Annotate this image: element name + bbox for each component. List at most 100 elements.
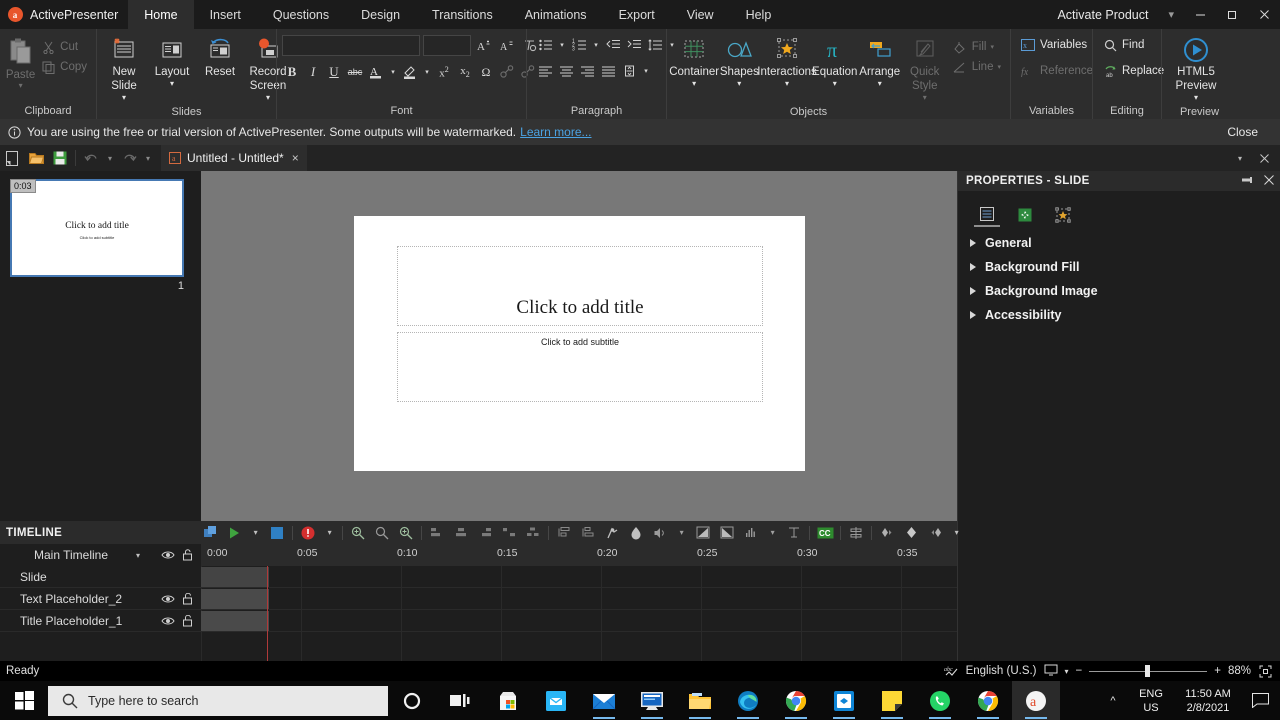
display-mode-icon[interactable] [1044,664,1058,679]
subscript-button[interactable]: x2 [455,62,475,82]
find-button[interactable]: Find [1098,35,1148,55]
file-explorer-icon[interactable] [676,681,724,720]
spellcheck-icon[interactable]: abc [944,664,959,679]
variables-button[interactable]: x Variables [1016,35,1091,55]
tab-help[interactable]: Help [730,0,788,29]
mail-blue-icon[interactable] [532,681,580,720]
line-button[interactable]: Line ▾ [948,57,1005,77]
arrange-dropdown-icon[interactable]: ▾ [878,80,882,88]
timeline-track-text-placeholder-2[interactable] [201,588,957,610]
replace-button[interactable]: ab Replace [1098,61,1168,81]
google-chrome-icon[interactable] [772,681,820,720]
reference-button[interactable]: fx Reference [1016,61,1097,81]
bold-button[interactable]: B [282,62,302,82]
quick-style-button[interactable]: Quick Style ▾ [903,33,947,104]
language-label[interactable]: English (U.S.) [966,665,1037,677]
teamviewer-icon[interactable] [820,681,868,720]
redo-button[interactable] [117,145,141,171]
section-accessibility[interactable]: Accessibility [958,303,1280,327]
notification-close-button[interactable]: Close [1213,119,1272,145]
visibility-toggle-icon[interactable] [157,594,179,604]
quick-style-dropdown-icon[interactable]: ▾ [923,94,927,102]
section-background-fill[interactable]: Background Fill [958,255,1280,279]
section-background-image[interactable]: Background Image [958,279,1280,303]
layout-button[interactable]: Layout ▾ [150,33,194,90]
html5-preview-button[interactable]: HTML5 Preview ▾ [1168,33,1224,104]
document-tab[interactable]: a Untitled - Untitled* × [161,145,307,171]
undo-dropdown-icon[interactable]: ▾ [103,145,117,171]
redo-dropdown-icon[interactable]: ▾ [141,145,155,171]
add-keyframe-icon[interactable] [899,521,923,544]
timeline-clip[interactable] [201,611,269,631]
mail-icon[interactable] [580,681,628,720]
align-left-objects-icon[interactable] [425,521,449,544]
timeline-track-slide[interactable] [201,566,957,588]
volume-icon[interactable] [648,521,672,544]
play-dropdown-icon[interactable]: ▾ [246,521,265,544]
move-down-layer-icon[interactable] [576,521,600,544]
timeline-row-title-placeholder-1[interactable]: Title Placeholder_1 [0,610,201,632]
stop-button[interactable] [265,521,289,544]
move-up-layer-icon[interactable] [552,521,576,544]
timeline-ruler[interactable]: 0:00 0:05 0:10 0:15 0:20 0:25 0:30 0:35 [201,544,957,566]
main-timeline-dropdown-icon[interactable]: ▾ [136,551,140,560]
tab-home[interactable]: Home [128,0,194,29]
zoom-out-icon[interactable] [370,521,394,544]
record-button[interactable] [296,521,320,544]
copy-button[interactable]: Copy [36,57,91,77]
fit-to-window-icon[interactable] [1258,664,1272,678]
justify-button[interactable] [598,61,618,81]
reset-button[interactable]: Reset [198,33,242,81]
document-tab-close-icon[interactable]: × [290,151,301,165]
tab-insert[interactable]: Insert [194,0,257,29]
activepresenter-icon[interactable]: a [1012,681,1060,720]
start-icon[interactable] [0,681,48,720]
ribbon-options-chevron-icon[interactable]: ▾ [1158,8,1184,21]
search-input[interactable]: Type here to search [48,685,388,716]
language-indicator[interactable]: ENG US [1130,681,1172,720]
bullet-list-dropdown-icon[interactable]: ▾ [556,35,568,55]
increase-indent-button[interactable] [624,35,644,55]
tab-questions[interactable]: Questions [257,0,345,29]
lock-toggle-icon[interactable] [179,614,201,627]
numbered-list-dropdown-icon[interactable]: ▾ [590,35,602,55]
chrome-2-icon[interactable] [964,681,1012,720]
play-button[interactable] [222,521,246,544]
activate-product-link[interactable]: Activate Product [1047,8,1158,22]
line-dropdown-icon[interactable]: ▾ [997,63,1001,71]
timeline-clip[interactable] [201,567,269,587]
font-family-select[interactable] [282,35,420,56]
container-dropdown-icon[interactable]: ▾ [692,80,696,88]
align-center-button[interactable] [556,61,576,81]
tab-slide-transition[interactable] [1012,203,1038,227]
underline-button[interactable]: U [324,62,344,82]
panel-minimize-icon[interactable]: ▾ [1228,145,1252,171]
font-size-select[interactable] [423,35,471,56]
timeline-row-slide[interactable]: Slide [0,566,201,588]
tab-slide-properties[interactable] [974,203,1000,227]
slide-thumbnail-1[interactable]: Click to add title Click to add subtitle… [10,179,184,292]
insert-link-icon[interactable] [497,62,517,82]
highlight-dropdown-icon[interactable]: ▾ [421,62,433,82]
record-dropdown-icon[interactable]: ▾ [320,521,339,544]
slide-thumbnail-image[interactable]: Click to add title Click to add subtitle [10,179,184,277]
interactions-dropdown-icon[interactable]: ▾ [785,80,789,88]
properties-panel-close-icon[interactable] [1264,174,1274,188]
volume-dropdown-icon[interactable]: ▾ [672,521,691,544]
new-project-button[interactable] [0,145,24,171]
minimize-button[interactable] [1184,0,1216,29]
numbered-list-button[interactable]: 123 [569,35,589,55]
symbol-button[interactable]: Ω [476,62,496,82]
tab-transitions[interactable]: Transitions [416,0,509,29]
maximize-button[interactable] [1216,0,1248,29]
title-placeholder[interactable]: Click to add title [397,246,763,326]
font-color-dropdown-icon[interactable]: ▾ [387,62,399,82]
section-general[interactable]: General [958,231,1280,255]
display-mode-dropdown-icon[interactable]: ▾ [1065,667,1069,676]
save-button[interactable] [48,145,72,171]
remote-desktop-icon[interactable] [628,681,676,720]
split-clip-icon[interactable] [844,521,868,544]
tab-design[interactable]: Design [345,0,416,29]
keyframe-dropdown-icon[interactable]: ▾ [947,521,966,544]
distribute-objects-icon[interactable] [497,521,521,544]
